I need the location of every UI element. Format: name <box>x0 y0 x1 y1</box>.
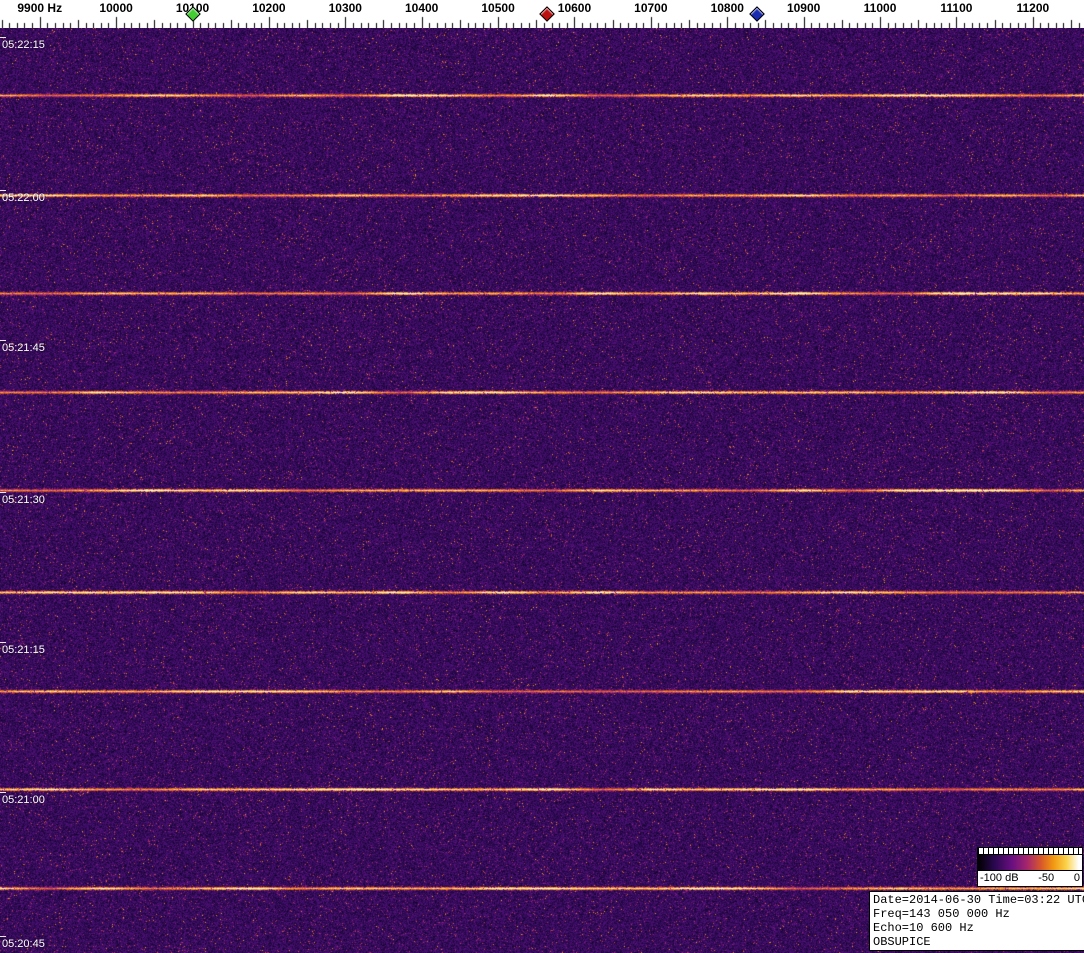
info-station: OBSUPICE <box>873 935 1084 949</box>
colorbar-label-max: 0 <box>1074 872 1080 884</box>
colorbar: -100 dB -50 0 <box>977 847 1083 887</box>
spectrogram-window: 9900 Hz100001010010200103001040010500106… <box>0 0 1084 953</box>
colorbar-gradient <box>978 854 1082 871</box>
colorbar-label-min: -100 dB <box>980 872 1019 884</box>
waterfall-area <box>0 28 1084 953</box>
colorbar-labels: -100 dB -50 0 <box>978 871 1082 886</box>
frequency-ruler: 9900 Hz100001010010200103001040010500106… <box>0 0 1084 28</box>
waterfall-canvas[interactable] <box>0 28 1084 953</box>
info-box: Date=2014-06-30 Time=03:22 UTC Freq=143 … <box>869 891 1084 951</box>
colorbar-label-mid: -50 <box>1038 872 1054 884</box>
info-frequency: Freq=143 050 000 Hz <box>873 907 1084 921</box>
info-date-time: Date=2014-06-30 Time=03:22 UTC <box>873 893 1084 907</box>
info-echo: Echo=10 600 Hz <box>873 921 1084 935</box>
